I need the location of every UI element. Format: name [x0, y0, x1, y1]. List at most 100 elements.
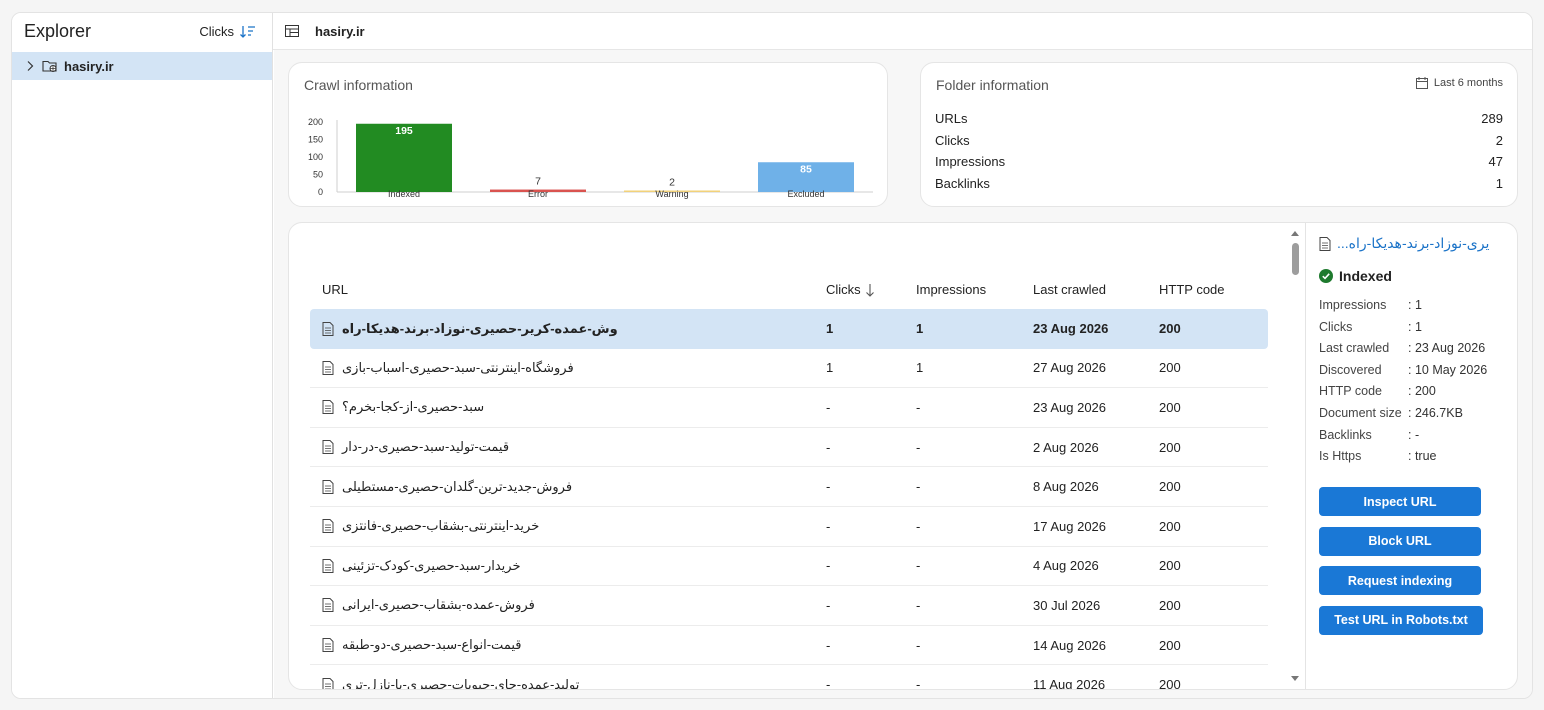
cell-url[interactable]: قیمت-انواع-سبد-حصیری-دو-طبقه: [310, 637, 826, 653]
sort-descending-icon: [240, 25, 255, 38]
bar-value-label: 7: [535, 176, 541, 188]
table-body: وش-عمده-کریر-حصیری-نوزاد-برند-هدیکا-راه 1…: [310, 309, 1268, 690]
document-icon: [322, 638, 334, 653]
inspect-url-button[interactable]: Inspect URL: [1319, 487, 1481, 516]
cell-clicks: -: [826, 439, 831, 455]
url-text: سبد-حصیری-از-کجا-بخرم؟: [342, 399, 485, 415]
explorer-sidebar: Explorer Clicks hasiry.ir: [12, 13, 273, 698]
url-text: خریدار-سبد-حصیری-کودک-تزئینی: [342, 557, 521, 573]
detail-url-title[interactable]: یری-نوزاد-برند-هدیکا-راه...: [1319, 235, 1499, 252]
cell-clicks: 1: [826, 321, 834, 337]
cell-url[interactable]: سبد-حصیری-از-کجا-بخرم؟: [310, 399, 826, 415]
cell-url[interactable]: فروش-عمده-بشقاب-حصیری-ایرانی: [310, 597, 826, 613]
y-tick-label: 50: [313, 170, 323, 180]
cell-clicks: 1: [826, 360, 834, 376]
y-tick-label: 0: [318, 187, 323, 197]
cell-clicks: -: [826, 637, 831, 653]
sort-by-clicks-button[interactable]: Clicks: [199, 24, 256, 39]
index-status: Indexed: [1319, 268, 1392, 284]
table-header: URL Clicks Impressions Last crawled HTTP…: [310, 223, 1268, 309]
tree-item-site[interactable]: hasiry.ir: [12, 52, 272, 80]
table-row[interactable]: خرید-اینترنتی-بشقاب-حصیری-فانتزی - - 17 Aug…: [310, 507, 1268, 547]
cell-clicks: -: [826, 597, 831, 613]
cell-impressions: -: [916, 479, 921, 495]
main-area: Crawl information 0 50 100 150 200 195 Indexed…: [274, 50, 1532, 698]
cell-url[interactable]: خریدار-سبد-حصیری-کودک-تزئینی: [310, 558, 826, 574]
block-url-button[interactable]: Block URL: [1319, 526, 1481, 556]
document-icon: [322, 558, 334, 573]
table-row[interactable]: تولید-عمده-جای-حبوبات-حصیری-با-نازل-تری -…: [310, 665, 1268, 690]
globe-folder-icon: [42, 60, 57, 72]
detail-field-value: : 23 Aug 2026: [1408, 341, 1486, 356]
period-selector[interactable]: Last 6 months: [1415, 77, 1503, 89]
folder-row-value: 2: [1495, 133, 1503, 148]
url-text: فروش-جدید-ترین-گلدان-حصیری-مستطیلی: [342, 478, 573, 494]
detail-field-value: : 1: [1408, 319, 1422, 334]
scroll-down-icon[interactable]: [1289, 675, 1301, 683]
cell-impressions: -: [916, 518, 921, 534]
cell-url[interactable]: قیمت-تولید-سبد-حصیری-در-دار: [310, 439, 826, 455]
detail-field: Backlinks: -: [1319, 428, 1419, 442]
x-tick-label: Warning: [655, 189, 688, 199]
document-icon: [322, 400, 334, 415]
table-row[interactable]: قیمت-انواع-سبد-حصیری-دو-طبقه - - 14 Aug 202…: [310, 626, 1268, 666]
scroll-up-icon[interactable]: [1289, 229, 1301, 237]
detail-field-value: : -: [1408, 427, 1420, 442]
cell-clicks: -: [826, 399, 831, 415]
cell-url[interactable]: وش-عمده-کریر-حصیری-نوزاد-برند-هدیکا-راه: [310, 321, 826, 337]
scrollbar-thumb[interactable]: [1292, 243, 1299, 275]
cell-last-crawled: 8 Aug 2026: [1033, 479, 1099, 495]
cell-last-crawled: 17 Aug 2026: [1033, 518, 1107, 534]
chevron-right-icon[interactable]: [24, 60, 36, 72]
crawl-information-card: Crawl information 0 50 100 150 200 195 Indexed…: [288, 62, 888, 207]
folder-row-label: Clicks: [935, 133, 970, 148]
folder-row-value: 289: [1481, 111, 1503, 126]
table-scrollbar[interactable]: [1289, 229, 1301, 689]
cell-url[interactable]: خرید-اینترنتی-بشقاب-حصیری-فانتزی: [310, 518, 826, 534]
column-header-clicks[interactable]: Clicks: [826, 282, 916, 297]
detail-url-text: یری-نوزاد-برند-هدیکا-راه...: [1337, 235, 1490, 251]
cell-url[interactable]: تولید-عمده-جای-حبوبات-حصیری-با-نازل-تری: [310, 677, 826, 689]
column-header-url[interactable]: URL: [310, 282, 826, 297]
cell-url[interactable]: فروش-جدید-ترین-گلدان-حصیری-مستطیلی: [310, 479, 826, 495]
url-text: قیمت-انواع-سبد-حصیری-دو-طبقه: [342, 637, 522, 653]
arrow-down-icon: [865, 283, 874, 297]
table-row[interactable]: فروش-جدید-ترین-گلدان-حصیری-مستطیلی - - 8 Au…: [310, 467, 1268, 507]
column-header-impressions[interactable]: Impressions: [916, 282, 1033, 297]
detail-field-label: HTTP code: [1319, 384, 1382, 399]
table-row[interactable]: سبد-حصیری-از-کجا-بخرم؟ - - 23 Aug 2026 200: [310, 388, 1268, 428]
cell-url[interactable]: فروشگاه-اینترنتی-سبد-حصیری-اسباب-بازی: [310, 360, 826, 376]
y-tick-label: 200: [308, 117, 323, 127]
detail-field: HTTP code: 200: [1319, 384, 1436, 398]
cell-last-crawled: 30 Jul 2026: [1033, 597, 1101, 613]
detail-field-value: : 1: [1408, 298, 1422, 312]
x-tick-label: Excluded: [787, 189, 824, 199]
table-row[interactable]: وش-عمده-کریر-حصیری-نوزاد-برند-هدیکا-راه 1…: [310, 309, 1268, 349]
column-header-http-code[interactable]: HTTP code: [1159, 282, 1259, 297]
column-header-last-crawled[interactable]: Last crawled: [1033, 282, 1159, 297]
table-row[interactable]: خریدار-سبد-حصیری-کودک-تزئینی - - 4 Aug 2026…: [310, 547, 1268, 587]
period-label: Last 6 months: [1433, 77, 1503, 89]
detail-field: Impressions: 1: [1319, 298, 1422, 312]
cell-http-code: 200: [1159, 399, 1181, 415]
cell-last-crawled: 11 Aug 2026: [1033, 677, 1106, 690]
detail-field: Document size: 246.7KB: [1319, 406, 1463, 420]
y-tick-label: 100: [308, 152, 323, 162]
detail-field-value: : 10 May 2026: [1408, 362, 1488, 377]
cell-impressions: 1: [916, 321, 924, 337]
table-row[interactable]: فروش-عمده-بشقاب-حصیری-ایرانی - - 30 Jul 202…: [310, 586, 1268, 626]
folder-row-label: Backlinks: [935, 176, 990, 191]
detail-field-label: Discovered: [1319, 362, 1382, 377]
cell-http-code: 200: [1159, 360, 1181, 376]
cell-last-crawled: 14 Aug 2026: [1033, 637, 1107, 653]
test-robots-button[interactable]: Test URL in Robots.txt: [1319, 605, 1483, 635]
request-indexing-button[interactable]: Request indexing: [1319, 566, 1481, 596]
cell-http-code: 200: [1159, 479, 1181, 495]
table-row[interactable]: قیمت-تولید-سبد-حصیری-در-دار - - 2 Aug 2026 2…: [310, 428, 1268, 468]
detail-field-value: : true: [1408, 449, 1437, 464]
cell-last-crawled: 4 Aug 2026: [1033, 558, 1099, 574]
check-circle-icon: [1319, 269, 1333, 283]
url-table: URL Clicks Impressions Last crawled HTTP…: [310, 223, 1268, 690]
table-row[interactable]: فروشگاه-اینترنتی-سبد-حصیری-اسباب-بازی 1 1 2…: [310, 349, 1268, 389]
cell-impressions: -: [916, 637, 921, 653]
